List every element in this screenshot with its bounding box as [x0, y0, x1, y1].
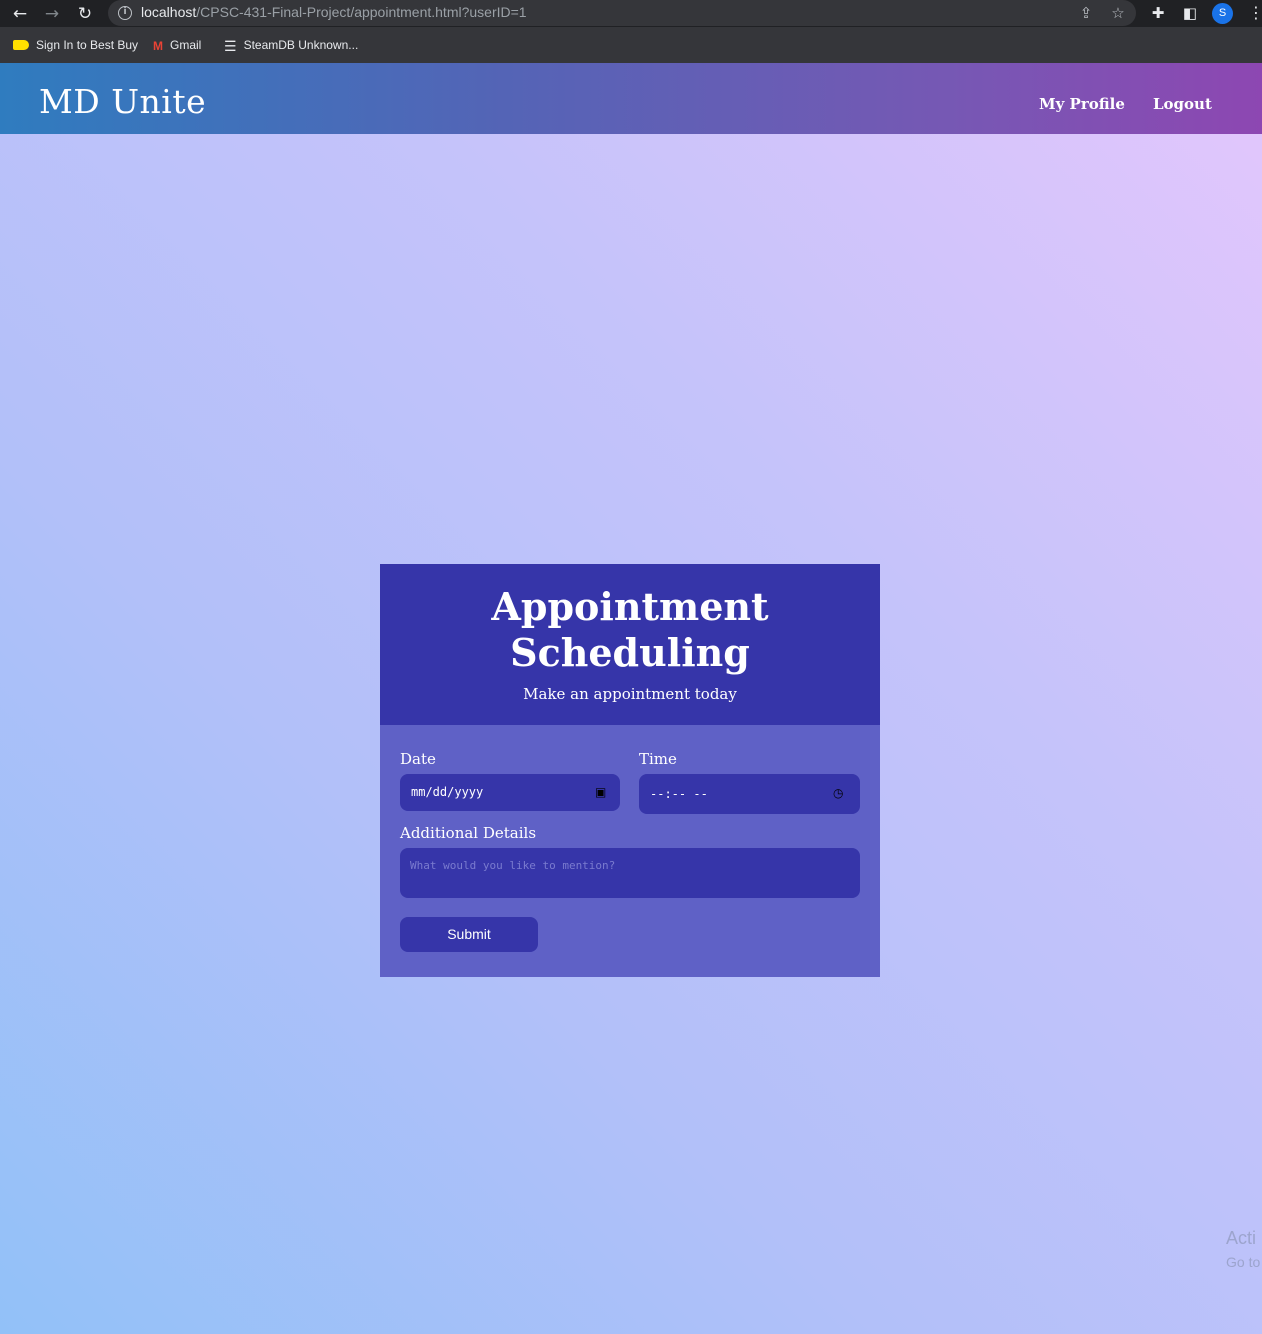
- details-placeholder: What would you like to mention?: [410, 859, 616, 872]
- bookmark-gmail[interactable]: M Gmail: [153, 36, 201, 54]
- card-header: Appointment Scheduling Make an appointme…: [380, 564, 880, 725]
- nav-logout[interactable]: Logout: [1153, 95, 1212, 113]
- time-label: Time: [639, 750, 677, 768]
- browser-menu-icon[interactable]: ⋮: [1248, 3, 1262, 23]
- page-background: MD Unite My Profile Logout Appointment S…: [0, 63, 1262, 1334]
- back-arrow-icon[interactable]: ←: [9, 3, 31, 25]
- bookmark-label: Sign In to Best Buy: [36, 38, 139, 52]
- bookmark-label: SteamDB Unknown...: [243, 38, 359, 52]
- tag-icon: [13, 39, 29, 50]
- calendar-icon[interactable]: ▣: [595, 786, 606, 798]
- time-input[interactable]: --:-- -- ◷: [639, 774, 860, 814]
- extensions-puzzle-icon[interactable]: ✚: [1148, 3, 1168, 23]
- bookmark-best-buy[interactable]: Sign In to Best Buy: [13, 36, 138, 54]
- title-line-2: Scheduling: [510, 630, 750, 675]
- url-text[interactable]: localhost/CPSC-431-Final-Project/appoint…: [141, 4, 527, 20]
- activation-watermark-line2: Go to: [1226, 1254, 1261, 1270]
- activation-watermark-line1: Acti: [1226, 1228, 1257, 1248]
- time-value: --:-- --: [650, 787, 708, 801]
- title-line-1: Appointment: [491, 584, 769, 629]
- browser-toolbar: ← → ↻ i localhost/CPSC-431-Final-Project…: [0, 0, 1262, 27]
- forward-arrow-icon[interactable]: →: [41, 3, 63, 25]
- details-label: Additional Details: [400, 824, 537, 842]
- site-info-icon[interactable]: i: [118, 6, 132, 20]
- nav-my-profile[interactable]: My Profile: [1039, 95, 1125, 113]
- bookmark-steamdb[interactable]: ☰ SteamDB Unknown...: [224, 36, 358, 54]
- steamdb-icon: ☰: [224, 37, 237, 54]
- clock-icon[interactable]: ◷: [833, 787, 843, 799]
- date-label: Date: [400, 750, 436, 768]
- profile-avatar[interactable]: S: [1212, 3, 1233, 24]
- bookmark-label: Gmail: [170, 38, 202, 52]
- page-subtitle: Make an appointment today: [523, 685, 737, 703]
- bookmark-star-icon[interactable]: ☆: [1108, 3, 1128, 23]
- date-value: mm/dd/yyyy: [411, 785, 484, 799]
- side-panel-icon[interactable]: ◧: [1180, 3, 1200, 23]
- date-input[interactable]: mm/dd/yyyy ▣: [400, 774, 620, 811]
- gmail-icon: M: [153, 38, 163, 53]
- details-textarea[interactable]: What would you like to mention?: [400, 848, 860, 898]
- share-icon[interactable]: ⇪: [1076, 3, 1096, 23]
- submit-button[interactable]: Submit: [400, 917, 538, 952]
- brand-logo[interactable]: MD Unite: [39, 82, 206, 121]
- app-header: MD Unite My Profile Logout: [0, 63, 1262, 134]
- browser-chrome: ← → ↻ i localhost/CPSC-431-Final-Project…: [0, 0, 1262, 63]
- address-bar[interactable]: i localhost/CPSC-431-Final-Project/appoi…: [108, 0, 1136, 26]
- page-title: Appointment Scheduling: [380, 584, 880, 676]
- appointment-card: Appointment Scheduling Make an appointme…: [380, 564, 880, 977]
- reload-icon[interactable]: ↻: [74, 3, 96, 25]
